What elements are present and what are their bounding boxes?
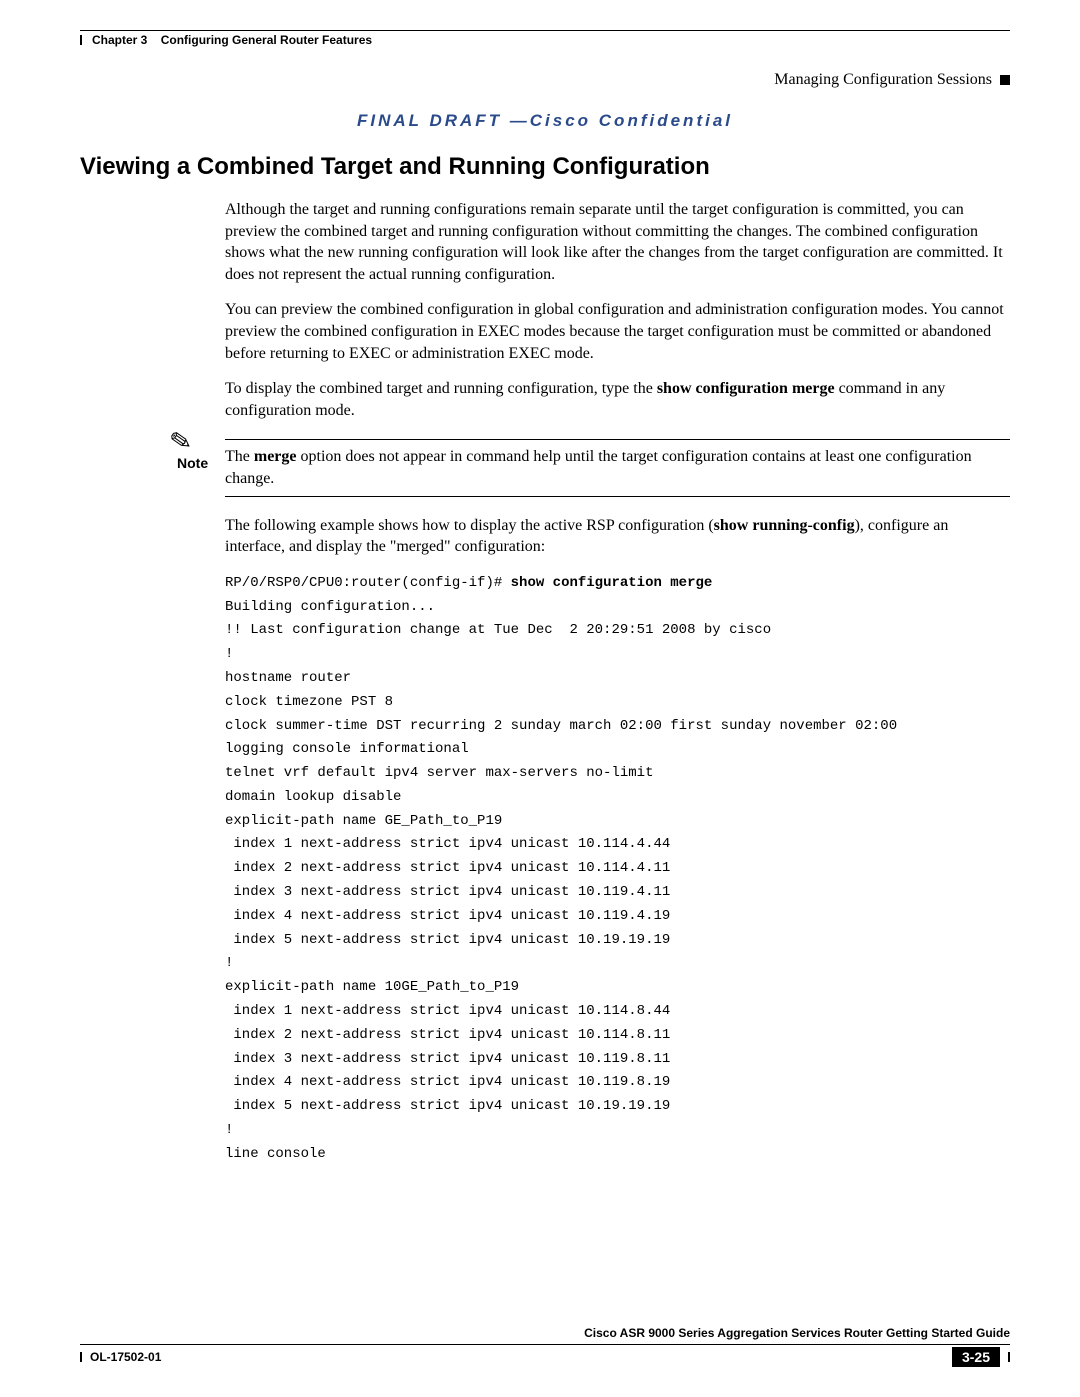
example-intro: The following example shows how to displ… [225, 515, 1010, 558]
intro-paragraph-2: You can preview the combined configurati… [225, 299, 1010, 364]
note-label: Note [177, 455, 208, 471]
page-heading: Viewing a Combined Target and Running Co… [80, 153, 1010, 181]
confidential-banner: FINAL DRAFT —Cisco Confidential [80, 111, 1010, 131]
code-example: RP/0/RSP0/CPU0:router(config-if)# show c… [225, 572, 1010, 1167]
footer-docid: OL-17502-01 [90, 1350, 161, 1364]
section-title: Managing Configuration Sessions [774, 71, 992, 89]
note-text: The merge option does not appear in comm… [225, 446, 1010, 489]
page-number: 3-25 [952, 1347, 1000, 1367]
page-footer: Cisco ASR 9000 Series Aggregation Servic… [80, 1326, 1010, 1367]
header-left: Chapter 3 Configuring General Router Fea… [80, 33, 372, 47]
note-block: ✎ Note The merge option does not appear … [225, 439, 1010, 496]
intro-paragraph-3: To display the combined target and runni… [225, 378, 1010, 421]
chapter-number: Chapter 3 [92, 33, 147, 47]
cli-command: show configuration merge [511, 575, 713, 591]
intro-paragraph-1: Although the target and running configur… [225, 199, 1010, 285]
cli-prompt: RP/0/RSP0/CPU0:router(config-if)# [225, 575, 511, 591]
note-icon: ✎ [168, 426, 195, 459]
footer-book-title: Cisco ASR 9000 Series Aggregation Servic… [80, 1326, 1010, 1340]
section-marker-icon [1000, 75, 1010, 85]
cmd-inline: show configuration merge [657, 380, 835, 397]
code-output: Building configuration... !! Last config… [225, 599, 897, 1162]
chapter-title: Configuring General Router Features [161, 33, 372, 47]
